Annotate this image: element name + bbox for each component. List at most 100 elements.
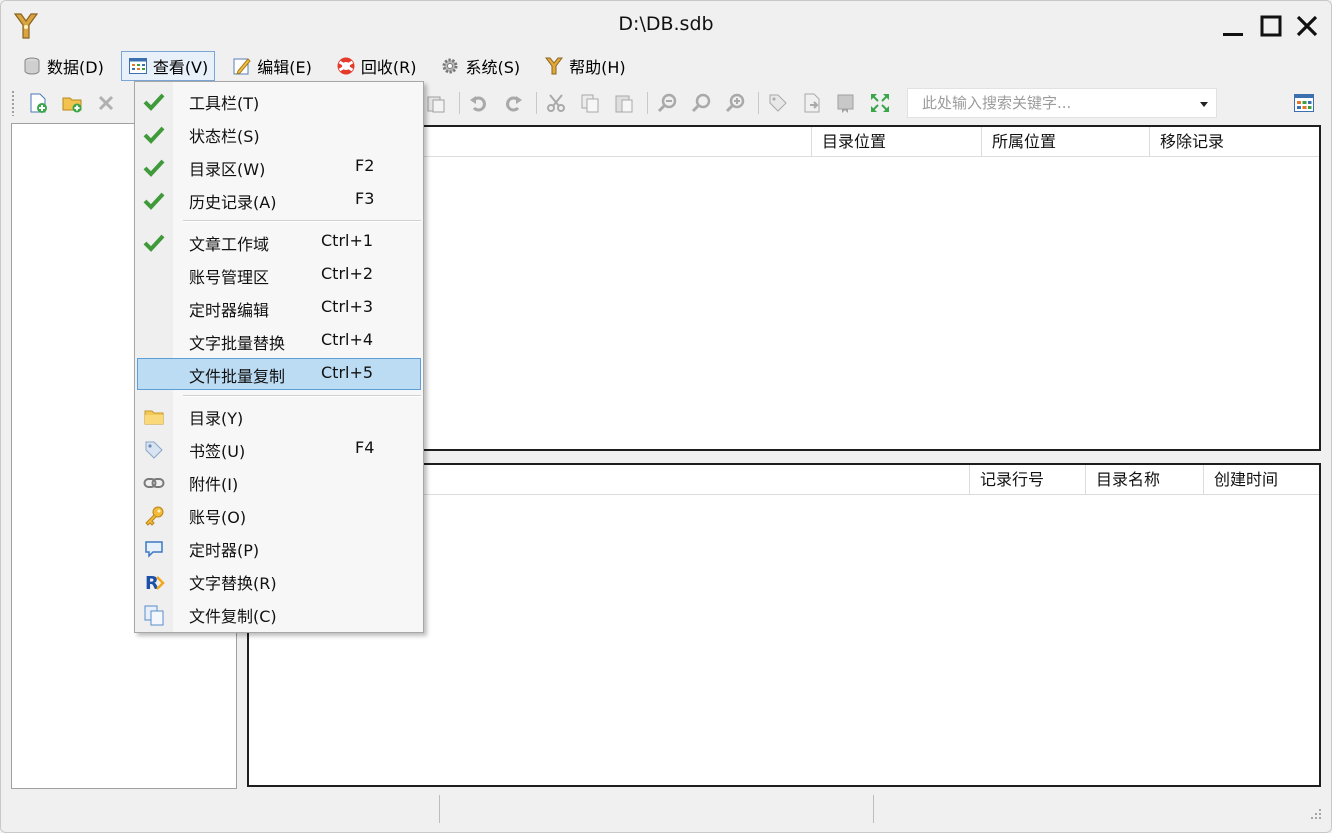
menu-item-toolbar[interactable]: 工具栏(T) — [137, 85, 421, 117]
layout-button[interactable] — [1291, 90, 1317, 116]
menu-item-text-replace[interactable]: R 文字替换(R) — [137, 565, 421, 597]
new-folder-icon — [62, 97, 82, 113]
menu-item-account-manager[interactable]: 账号管理区 Ctrl+2 — [137, 259, 421, 291]
cut-button[interactable] — [543, 90, 569, 116]
search-box — [907, 88, 1217, 118]
fullscreen-button[interactable] — [867, 90, 893, 116]
new-folder-button[interactable] — [59, 90, 85, 116]
menu-item-batch-file-copy[interactable]: 文件批量复制 Ctrl+5 — [137, 358, 421, 390]
folder-icon — [143, 406, 165, 428]
menu-separator — [183, 220, 421, 222]
menu-recycle-label: 回收(R) — [360, 58, 417, 77]
copy-button[interactable] — [577, 90, 603, 116]
menu-item-timer[interactable]: 定时器(P) — [137, 532, 421, 564]
menu-view-label: 查看(V) — [152, 58, 209, 77]
menu-item-label: 文件批量复制 — [189, 367, 286, 386]
menu-item-history[interactable]: 历史记录(A) F3 — [137, 184, 421, 216]
edit-icon — [232, 56, 252, 76]
column-header[interactable]: 目录位置 — [811, 127, 981, 157]
menu-edit[interactable]: 编辑(E) — [225, 51, 319, 81]
tag-button[interactable] — [765, 90, 791, 116]
paste-button[interactable] — [611, 90, 637, 116]
menu-item-statusbar[interactable]: 状态栏(S) — [137, 118, 421, 150]
menu-edit-label: 编辑(E) — [257, 58, 312, 77]
zoom-in-button[interactable] — [722, 90, 748, 116]
new-file-button[interactable] — [25, 90, 51, 116]
menu-view[interactable]: 查看(V) — [120, 51, 216, 81]
menu-item-timer-editor[interactable]: 定时器编辑 Ctrl+3 — [137, 292, 421, 324]
view-menu-dropdown: 工具栏(T) 状态栏(S) 目录区(W) F2 历史记录(A) F3 文章工作域… — [134, 81, 424, 633]
column-header[interactable]: 创建时间 — [1203, 465, 1319, 495]
delete-icon — [98, 95, 114, 111]
import-icon — [837, 94, 854, 113]
menu-item-label: 文件复制(C) — [189, 607, 277, 626]
maximize-button[interactable] — [1253, 9, 1289, 43]
menu-item-label: 文字替换(R) — [189, 574, 277, 593]
menu-system[interactable]: 系统(S) — [433, 51, 527, 81]
menu-data-label: 数据(D) — [47, 58, 104, 77]
menu-item-batch-text-replace[interactable]: 文字批量替换 Ctrl+4 — [137, 325, 421, 357]
menu-item-label: 账号管理区 — [189, 268, 270, 287]
help-y-icon — [544, 56, 564, 76]
checkmark-icon — [143, 91, 165, 113]
minimize-button[interactable] — [1215, 9, 1251, 43]
menu-item-label: 账号(O) — [189, 508, 247, 527]
menu-help[interactable]: 帮助(H) — [537, 51, 633, 81]
menu-item-shortcut: Ctrl+1 — [321, 231, 374, 250]
gear-icon — [440, 56, 460, 76]
column-header[interactable]: 移除记录 — [1149, 127, 1319, 157]
menu-item-label: 附件(I) — [189, 475, 239, 494]
copy-icon — [581, 94, 599, 113]
toolbar-separator — [536, 92, 537, 114]
zoom-out-button[interactable] — [654, 90, 680, 116]
menu-data[interactable]: 数据(D) — [15, 51, 111, 81]
menu-system-label: 系统(S) — [465, 58, 521, 77]
menu-item-directory-area[interactable]: 目录区(W) F2 — [137, 151, 421, 183]
menu-help-label: 帮助(H) — [569, 58, 626, 77]
status-separator — [439, 795, 440, 823]
search-button[interactable] — [688, 90, 714, 116]
toolbar-grip[interactable] — [11, 90, 15, 116]
paste-icon — [615, 95, 633, 113]
undo-icon — [470, 96, 486, 112]
menu-item-shortcut: Ctrl+5 — [321, 363, 374, 382]
undo-button[interactable] — [466, 90, 492, 116]
close-button[interactable] — [1289, 9, 1325, 43]
menu-item-label: 定时器编辑 — [189, 301, 270, 320]
menu-item-label: 工具栏(T) — [189, 94, 260, 113]
menu-item-attachment[interactable]: 附件(I) — [137, 466, 421, 498]
search-dropdown-button[interactable] — [1198, 98, 1210, 110]
import-button[interactable] — [833, 90, 859, 116]
paste-format-button[interactable] — [423, 90, 449, 116]
toolbar-separator — [647, 92, 648, 114]
menu-item-shortcut: Ctrl+3 — [321, 297, 374, 316]
menu-item-label: 历史记录(A) — [189, 193, 277, 212]
menu-item-shortcut: F3 — [355, 189, 375, 208]
lifebuoy-icon — [336, 56, 356, 76]
redo-icon — [506, 96, 522, 112]
delete-button[interactable] — [93, 90, 119, 116]
menu-item-shortcut: F2 — [355, 156, 375, 175]
redo-button[interactable] — [500, 90, 526, 116]
title-bar: D:\DB.sdb — [1, 1, 1331, 49]
search-input[interactable] — [908, 94, 1188, 112]
resize-grip-icon[interactable] — [1305, 805, 1323, 823]
menu-item-directory[interactable]: 目录(Y) — [137, 400, 421, 432]
menu-item-shortcut: Ctrl+4 — [321, 330, 374, 349]
column-header[interactable]: 记录行号 — [969, 465, 1085, 495]
menu-item-file-copy[interactable]: 文件复制(C) — [137, 598, 421, 630]
menu-item-bookmark[interactable]: 书签(U) F4 — [137, 433, 421, 465]
export-button[interactable] — [799, 90, 825, 116]
status-separator — [873, 795, 874, 823]
menu-item-account[interactable]: 账号(O) — [137, 499, 421, 531]
chain-link-icon — [143, 472, 165, 494]
menu-item-article-workspace[interactable]: 文章工作域 Ctrl+1 — [137, 226, 421, 258]
window-title: D:\DB.sdb — [618, 13, 714, 35]
menu-bar: 数据(D) 查看(V) 编辑(E) 回收(R) 系统(S) 帮助(H) — [15, 49, 643, 83]
menu-recycle[interactable]: 回收(R) — [329, 51, 424, 81]
view-grid-icon — [128, 56, 148, 76]
menu-item-label: 状态栏(S) — [189, 127, 260, 146]
column-header[interactable]: 所属位置 — [981, 127, 1149, 157]
column-header[interactable]: 目录名称 — [1085, 465, 1203, 495]
app-window: D:\DB.sdb 数据(D) 查看(V) 编辑(E) 回收(R) 系统(S) … — [0, 0, 1332, 833]
